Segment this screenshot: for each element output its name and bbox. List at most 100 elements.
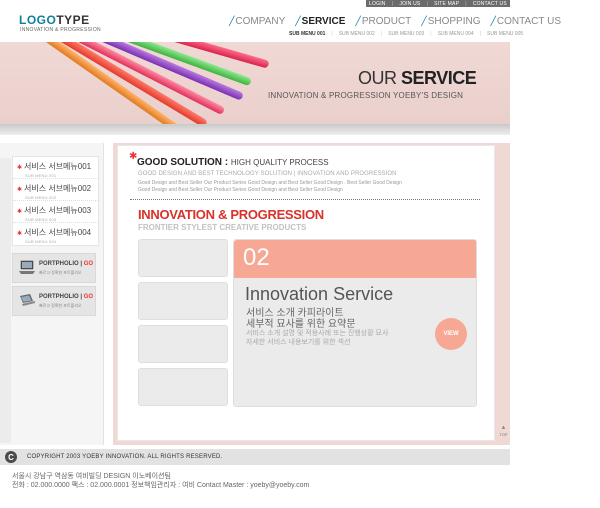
main-nav: ╱ COMPANY ╱ SERVICE ╱ PRODUCT ╱ SHOPPING ╱ CO… [229,16,561,27]
portfolio-sub: 빠르고 정확한 포트폴리오 [39,303,82,308]
arrow-up-icon: ▲ [500,425,507,431]
portfolio-title-text: PORTPHOLIO [39,261,79,267]
good-solution-subtitle: GOOD DESIGN AND BEST TECHNOLOGY SOLUTION… [138,171,397,177]
good-solution-title-main: GOOD SOLUTION : [137,157,229,168]
left-menu-item-002[interactable]: ✱ 서비스 서브메뉴002 SUB MENU 002 [13,179,98,201]
footer-contact: 전화 : 02.000.0000 팩스 : 02.000.0001 정보책임관리… [12,482,310,489]
nav-contact[interactable]: ╱ CONTACT US [491,16,562,27]
left-menu-text: 서비스 서브메뉴002 [24,184,92,193]
arrow-right-icon: ╱ [421,16,427,26]
good-solution-title: GOOD SOLUTION : HIGH QUALITY PROCESS [137,157,329,168]
portfolio-banner-1[interactable]: PORTPHOLIO | GO 빠르고 정확한 포트폴리오 [12,253,96,283]
portfolio-code: GO [83,261,94,267]
right-column [497,143,510,445]
subnav-item-005[interactable]: SUB MENU 005 [487,31,523,37]
laptop-icon [20,294,35,306]
nav-label: SERVICE [301,16,346,27]
innovation-title: INNOVATION & PROGRESSION [138,207,324,222]
contact-link[interactable]: CONTACT US [473,1,507,7]
subnav-item-004[interactable]: SUB MENU 004 [438,31,474,37]
subnav-item-002[interactable]: SUB MENU 002 [339,31,375,37]
portfolio-code: GO [83,294,94,300]
separator: | [391,0,394,7]
portfolio-title: PORTPHOLIO | GO [39,261,94,267]
thumbnail-1[interactable] [138,239,228,277]
copyright-icon: C [5,451,17,463]
left-menu-label: ✱ 서비스 서브메뉴003 [17,205,98,216]
separator: | [465,0,467,7]
top-label: TOP [499,432,508,437]
good-solution-title-sub: HIGH QUALITY PROCESS [230,158,329,167]
top-button[interactable]: ▲ TOP [497,425,510,441]
subnav-item-001[interactable]: SUB MENU 001 [289,31,325,37]
logo-tagline: INNOVATION & PROGRESSION [20,27,101,33]
banner-title-bold: SERVICE [401,68,477,88]
logo[interactable]: LOGOTYPE [19,13,90,27]
left-menu-item-004[interactable]: ✱ 서비스 서브메뉴004 SUB MENU 004 [13,223,98,245]
left-menu-label: ✱ 서비스 서브메뉴001 [17,161,98,172]
separator: | [479,31,482,37]
service-title: Innovation Service [245,284,394,304]
left-menu-text: 서비스 서브메뉴003 [24,206,92,215]
copyright-text: COPYRIGHT 2003 YOEBY INNOVATION. ALL RIG… [27,454,223,460]
arrow-right-icon: ╱ [295,16,301,26]
separator: | [380,31,383,37]
left-menu-item-003[interactable]: ✱ 서비스 서브메뉴003 SUB MENU 003 [13,201,98,223]
arrow-right-icon: ╱ [490,16,496,26]
left-menu-item-001[interactable]: ✱ 서비스 서브메뉴001 SUB MENU 001 [13,157,98,179]
service-desc-2: 자세한 서비스 내용보기를 위한 섹션 [246,339,351,346]
dotted-divider [130,199,480,200]
arrow-right-icon: ╱ [229,16,235,26]
banner-title: OUR SERVICE [358,68,477,89]
dot-pattern [0,158,11,443]
left-menu-label: ✱ 서비스 서브메뉴004 [17,227,98,238]
thumbnail-2[interactable] [138,282,228,320]
left-menu: ✱ 서비스 서브메뉴001 SUB MENU 001 ✱ 서비스 서브메뉴002 S… [12,156,99,246]
service-card-header: 02 [234,240,476,278]
nav-label: CONTACT US [496,16,561,27]
star-icon: ✱ [17,209,23,215]
logo-part1: LOGO [19,13,57,27]
nav-label: SHOPPING [427,16,481,27]
utility-bar: LOGIN | JOIN US | SITE MAP | CONTACT US [366,0,510,7]
nav-shopping[interactable]: ╱ SHOPPING [421,16,480,27]
logo-part2: TYPE [56,13,90,27]
portfolio-sub: 빠르고 정확한 포트폴리오 [39,270,82,275]
left-menu-sub: SUB MENU 003 [25,217,57,222]
star-icon: ✱ [17,187,23,193]
nav-product[interactable]: ╱ PRODUCT [355,16,411,27]
right-strip [510,42,600,135]
innovation-subtitle: FRONTIER STYLEST CREATIVE PRODUCTS [138,223,307,232]
left-menu-text: 서비스 서브메뉴001 [24,162,92,171]
left-menu-sub: SUB MENU 001 [25,173,57,178]
nav-company[interactable]: ╱ COMPANY [229,16,285,27]
star-icon: ✱ [17,165,23,171]
join-link[interactable]: JOIN US [399,1,420,7]
thumbnail-3[interactable] [138,325,228,363]
left-menu-label: ✱ 서비스 서브메뉴002 [17,183,98,194]
service-card: 02 Innovation Service 서비스 소개 카피라이트 세부적 묘… [233,239,477,407]
view-button[interactable]: VIEW [435,318,467,350]
banner-shadow [0,124,510,135]
service-number: 02 [243,244,270,271]
separator: | [331,31,333,37]
subnav-item-003[interactable]: SUB MENU 003 [388,31,424,37]
left-menu-sub: SUB MENU 002 [25,195,57,200]
thumbnail-4[interactable] [138,368,228,406]
star-icon: ✱ [17,231,23,237]
banner-subtitle: INNOVATION & PROGRESSION YOEBY'S DESIGN [268,91,464,100]
left-menu-sub: SUB MENU 004 [25,239,57,244]
good-solution-desc-2: Good Design and Best Seller Our Product … [138,187,343,193]
separator: | [426,0,429,7]
banner-title-light: OUR [358,68,397,88]
left-menu-text: 서비스 서브메뉴004 [24,228,92,237]
laptop-icon [19,260,35,274]
good-solution-desc-1: Good Design and Best Seller Our Product … [138,180,402,186]
portfolio-banner-2[interactable]: PORTPHOLIO | GO 빠르고 정확한 포트폴리오 [12,286,96,316]
sub-nav: SUB MENU 001 | SUB MENU 002 | SUB MENU 0… [289,31,523,37]
nav-service[interactable]: ╱ SERVICE [295,16,345,27]
login-link[interactable]: LOGIN [369,1,386,7]
portfolio-title: PORTPHOLIO | GO [39,294,94,300]
nav-label: PRODUCT [361,16,412,27]
sitemap-link[interactable]: SITE MAP [434,1,459,7]
